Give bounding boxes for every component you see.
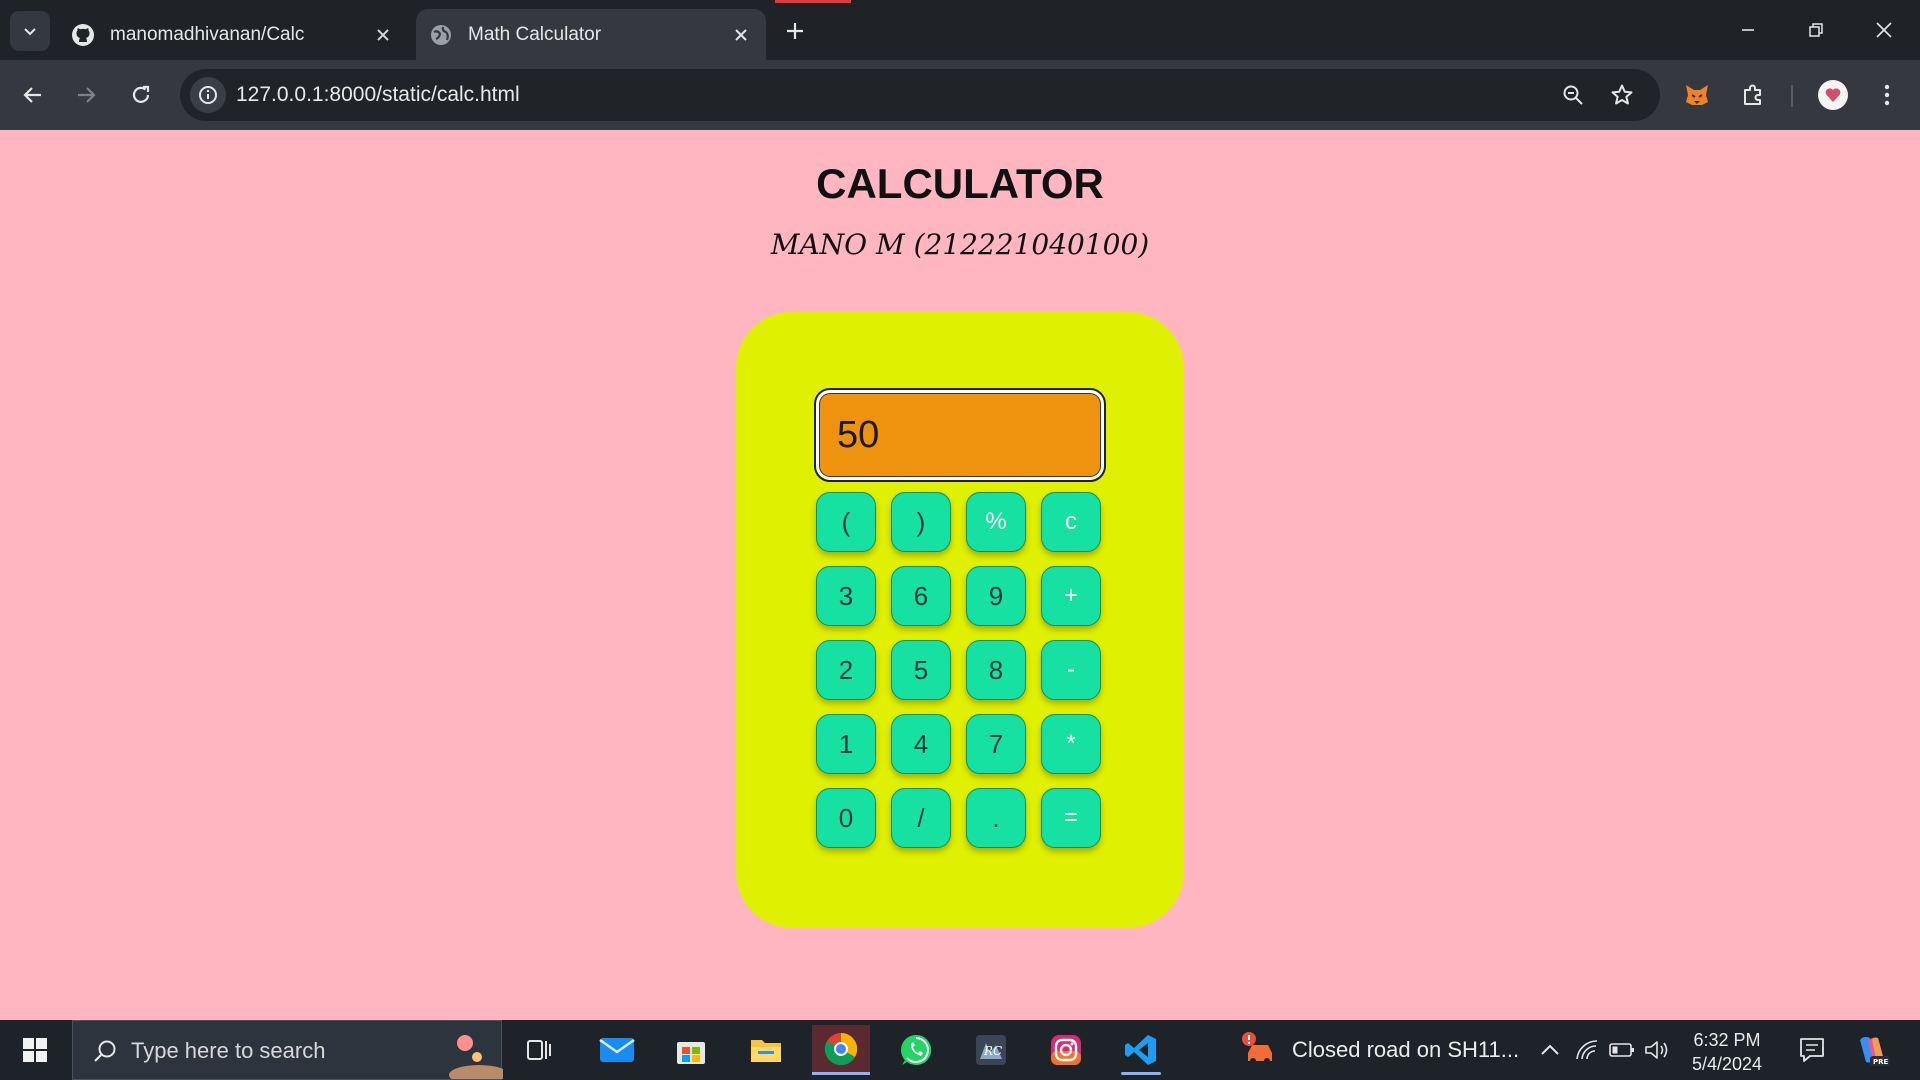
- display-value: 50: [837, 414, 880, 456]
- chrome-icon[interactable]: [812, 1025, 870, 1075]
- file-explorer-icon[interactable]: [737, 1025, 795, 1075]
- news-widget[interactable]: Closed road on SH11...: [1240, 1020, 1519, 1080]
- battery-icon[interactable]: [1607, 1036, 1637, 1064]
- close-icon: [1876, 22, 1892, 38]
- close-paren-key[interactable]: ): [891, 492, 951, 552]
- globe-icon: [428, 22, 454, 48]
- taskbar-search-box[interactable]: Type here to search: [72, 1020, 503, 1080]
- digit-0-key[interactable]: 0: [816, 788, 876, 848]
- windows-logo-icon: [23, 1038, 47, 1062]
- page-content: CALCULATOR MANO M (212221040100) 50 ()% c…: [0, 130, 1920, 1020]
- system-clock[interactable]: 6:32 PM 5/4/2024: [1680, 1028, 1774, 1076]
- author-subtitle: MANO M (212221040100): [770, 228, 1150, 261]
- close-window-button[interactable]: [1862, 10, 1906, 50]
- whatsapp-icon[interactable]: [887, 1025, 945, 1075]
- clear-key[interactable]: c: [1041, 492, 1101, 552]
- mail-icon[interactable]: [588, 1025, 646, 1075]
- back-button[interactable]: [13, 75, 53, 115]
- address-bar[interactable]: 127.0.0.1:8000/static/calc.html: [180, 69, 1660, 121]
- digit-7-key[interactable]: 7: [966, 714, 1026, 774]
- notification-center-icon[interactable]: [1796, 1034, 1828, 1066]
- search-icon: [89, 1035, 121, 1067]
- recording-indicator: [775, 0, 851, 3]
- digit-5-key[interactable]: 5: [891, 640, 951, 700]
- chevron-down-icon: [24, 28, 36, 36]
- traffic-alert-icon: [1242, 1032, 1272, 1064]
- browser-tab-bar: manomadhivanan/Calc Math Calculator: [0, 0, 1920, 60]
- wifi-icon[interactable]: [1572, 1036, 1602, 1064]
- digit-2-key[interactable]: 2: [816, 640, 876, 700]
- restore-icon: [1809, 23, 1823, 37]
- plus-key[interactable]: +: [1041, 566, 1101, 626]
- url-text[interactable]: 127.0.0.1:8000/static/calc.html: [236, 69, 520, 121]
- plus-icon: [787, 23, 803, 39]
- divide-key[interactable]: /: [891, 788, 951, 848]
- minus-key[interactable]: -: [1041, 640, 1101, 700]
- extensions-puzzle-icon[interactable]: [1733, 75, 1773, 115]
- avatar: [1818, 80, 1848, 110]
- open-paren-key[interactable]: (: [816, 492, 876, 552]
- photo-app-icon[interactable]: RC: [962, 1025, 1020, 1075]
- multiply-key[interactable]: *: [1041, 714, 1101, 774]
- percent-key[interactable]: %: [966, 492, 1026, 552]
- browser-menu-button[interactable]: [1867, 75, 1907, 115]
- equals-key[interactable]: =: [1041, 788, 1101, 848]
- toolbar-divider: [1791, 85, 1793, 107]
- zoom-icon[interactable]: [1555, 77, 1591, 113]
- arrow-right-icon: [78, 87, 96, 103]
- calculator-display[interactable]: 50: [814, 388, 1106, 482]
- digit-8-key[interactable]: 8: [966, 640, 1026, 700]
- svg-text:PRE: PRE: [1873, 1058, 1889, 1066]
- reload-button[interactable]: [121, 75, 161, 115]
- bookmark-star-icon[interactable]: [1604, 77, 1640, 113]
- show-hidden-icons-chevron-up-icon[interactable]: [1535, 1036, 1565, 1064]
- tab-github[interactable]: manomadhivanan/Calc: [58, 9, 408, 60]
- new-tab-button[interactable]: [780, 16, 810, 46]
- heart-icon: [1825, 88, 1841, 102]
- clock-time: 6:32 PM: [1693, 1030, 1761, 1050]
- forward-button[interactable]: [66, 75, 106, 115]
- digit-1-key[interactable]: 1: [816, 714, 876, 774]
- digit-3-key[interactable]: 3: [816, 566, 876, 626]
- tab-title: manomadhivanan/Calc: [110, 23, 305, 45]
- more-vertical-icon: [1884, 84, 1890, 106]
- windows-taskbar: Type here to search RC Closed road on SH…: [0, 1020, 1920, 1080]
- svg-text:RC: RC: [983, 1044, 1002, 1058]
- instagram-icon[interactable]: [1037, 1025, 1095, 1075]
- news-headline: Closed road on SH11...: [1292, 1037, 1520, 1062]
- active-app-indicator: [1121, 1072, 1161, 1075]
- digit-6-key[interactable]: 6: [891, 566, 951, 626]
- minimize-icon: [1742, 29, 1754, 31]
- tab-search-button[interactable]: [10, 11, 50, 51]
- reload-icon: [132, 85, 150, 103]
- tab-math-calculator[interactable]: Math Calculator: [416, 9, 766, 60]
- close-tab-icon[interactable]: [726, 20, 756, 50]
- profile-avatar[interactable]: [1813, 75, 1853, 115]
- copilot-icon[interactable]: PRE: [1852, 1030, 1892, 1070]
- task-view-icon[interactable]: [511, 1025, 569, 1075]
- volume-icon[interactable]: [1642, 1036, 1672, 1064]
- calculator-body: 50 ()% c 3 6 9 +2 5 8- 1 4 7 * 0/. =: [736, 312, 1184, 928]
- search-highlight-illustration-icon: [449, 1035, 503, 1079]
- start-button[interactable]: [10, 1030, 60, 1070]
- github-icon: [70, 22, 96, 48]
- minimize-button[interactable]: [1726, 10, 1770, 50]
- arrow-left-icon: [23, 87, 41, 103]
- page-title: CALCULATOR: [816, 160, 1104, 207]
- store-icon[interactable]: [662, 1025, 720, 1075]
- decimal-point-key[interactable]: .: [966, 788, 1026, 848]
- digit-9-key[interactable]: 9: [966, 566, 1026, 626]
- clock-date: 5/4/2024: [1691, 1054, 1763, 1074]
- tab-title: Math Calculator: [468, 23, 602, 45]
- site-info-button[interactable]: [190, 77, 226, 113]
- search-placeholder: Type here to search: [131, 1038, 326, 1063]
- info-icon: [199, 86, 217, 104]
- close-tab-icon[interactable]: [368, 20, 398, 50]
- browser-toolbar: 127.0.0.1:8000/static/calc.html: [0, 60, 1920, 130]
- metamask-extension-icon[interactable]: [1677, 75, 1717, 115]
- digit-4-key[interactable]: 4: [891, 714, 951, 774]
- vscode-icon[interactable]: [1112, 1025, 1170, 1075]
- restore-button[interactable]: [1794, 10, 1838, 50]
